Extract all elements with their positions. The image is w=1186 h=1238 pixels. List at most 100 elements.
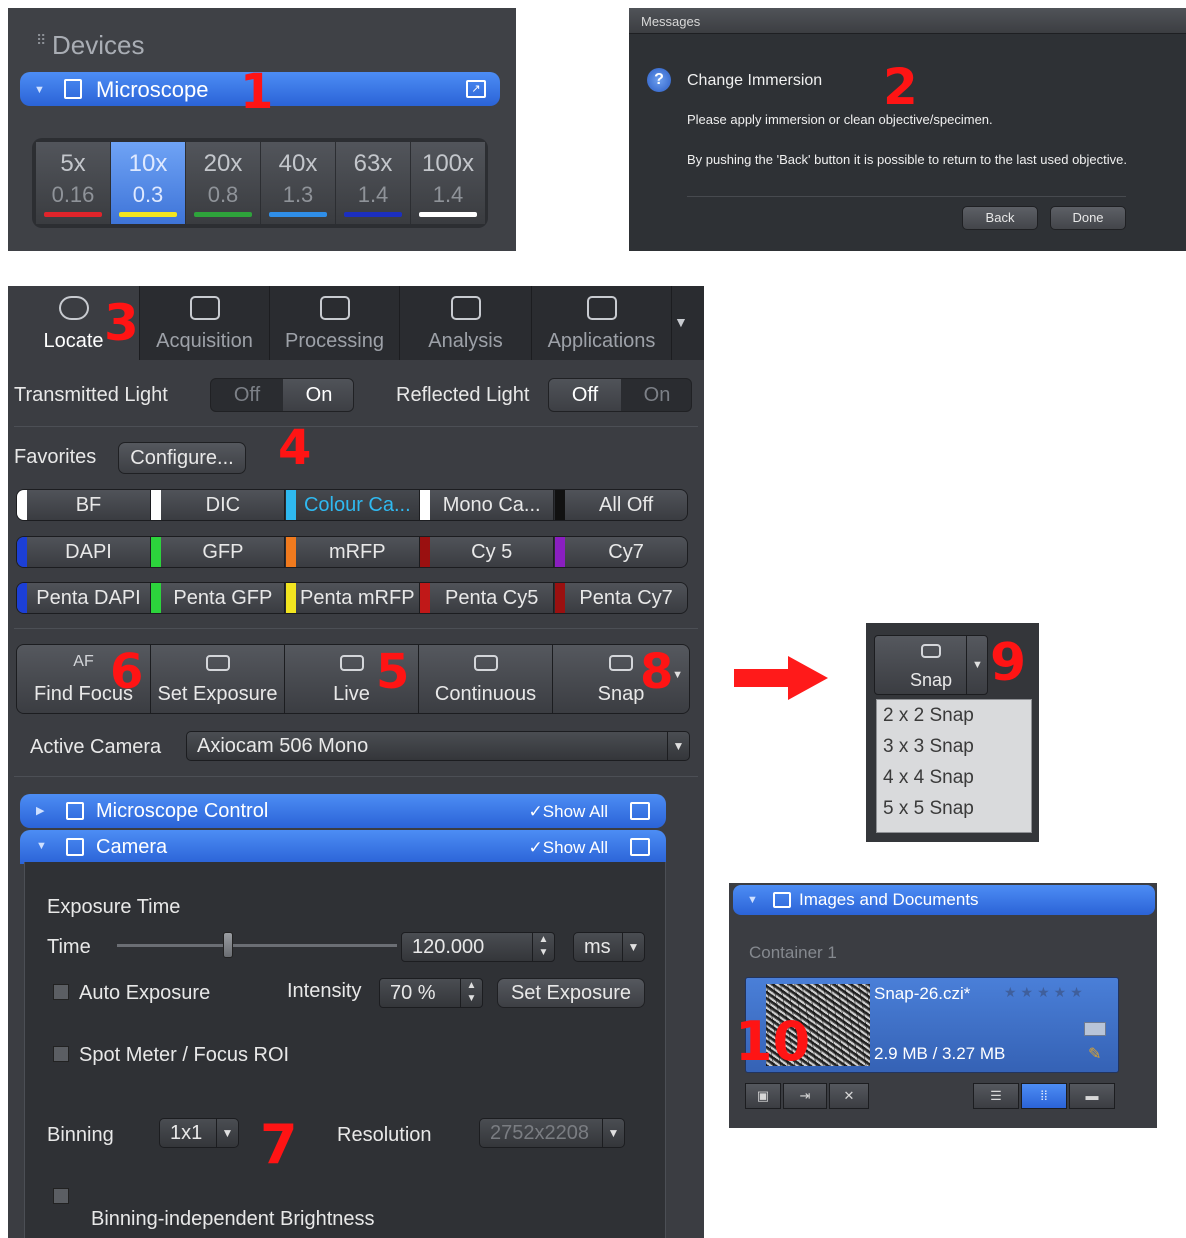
collapse-triangle-icon[interactable]: ▼ [34,84,45,96]
objective-selector: 5x 0.16 10x 0.3 20x 0.8 40x 1.3 63x 1.4 100x 1.4 [32,138,488,228]
set-exposure-button[interactable]: Set Exposure [151,645,285,713]
divider [687,196,1126,197]
back-button[interactable]: Back [962,206,1038,230]
dialog-titlebar[interactable]: Messages [629,8,1186,34]
objective-color-stripe [269,212,327,217]
continuous-button[interactable]: Continuous [419,645,553,713]
undock-icon[interactable] [630,802,650,820]
objective-63x-button[interactable]: 63x 1.4 [336,142,410,224]
snap-dropdown-chevron-icon[interactable]: ▼ [966,635,988,695]
container-label: Container 1 [749,943,837,962]
save-icon[interactable]: ▣ [745,1083,781,1109]
spinner-arrows-icon[interactable]: ▲ ▼ [532,933,554,961]
favorite-button[interactable]: Cy 5 [420,537,555,567]
details-view-icon[interactable]: ⁞⁞ [1021,1083,1067,1109]
configure-button[interactable]: Configure... [118,442,246,474]
objective-20x-button[interactable]: 20x 0.8 [186,142,260,224]
transmitted-light-toggle[interactable]: Off On [210,378,354,412]
tab-applications[interactable]: Applications [532,286,672,360]
auto-exposure-checkbox[interactable] [53,984,69,1000]
collapse-triangle-icon[interactable]: ▼ [747,894,758,906]
binning-brightness-checkbox[interactable] [53,1188,69,1204]
reflected-on[interactable]: On [621,379,691,411]
objective-aperture: 0.8 [207,182,239,207]
show-all-toggle[interactable]: ✓Show All [529,802,608,822]
annotation-2: 2 [883,58,918,116]
favorite-button[interactable]: BF [17,490,151,520]
binning-value: 1x1 [170,1122,203,1144]
favorite-button[interactable]: Mono Ca... [420,490,555,520]
favorite-button[interactable]: Cy7 [554,537,687,567]
list-view-icon[interactable]: ☰ [973,1083,1019,1109]
undock-icon[interactable] [630,838,650,856]
favorite-button[interactable]: Penta Cy7 [554,583,687,613]
favorite-label: DIC [205,494,241,516]
reflected-off[interactable]: Off [549,379,621,411]
tab-processing[interactable]: Processing [270,286,400,360]
favorite-button[interactable]: All Off [554,490,687,520]
export-icon[interactable]: ⇥ [783,1083,827,1109]
objective-aperture: 0.16 [51,182,95,207]
favorite-button[interactable]: mRFP [285,537,420,567]
annotation-3: 3 [104,294,139,352]
drag-grip-icon[interactable]: ⠿ [36,32,46,49]
transmitted-on[interactable]: On [283,379,353,411]
expand-triangle-icon[interactable]: ▶ [36,804,44,817]
favorite-button[interactable]: Penta DAPI [17,583,151,613]
menu-item-2x2-snap[interactable]: 2 x 2 Snap [877,700,1031,731]
exposure-slider-thumb[interactable] [223,932,233,958]
documents-icon [773,892,791,908]
compact-view-icon[interactable]: ▬ [1069,1083,1115,1109]
done-button[interactable]: Done [1050,206,1126,230]
microscope-control-header[interactable]: ▶ Microscope Control ✓Show All [20,794,666,828]
favorite-color-swatch [17,490,27,520]
active-camera-select[interactable]: Axiocam 506 Mono ▼ [186,731,690,761]
collapse-triangle-icon[interactable]: ▼ [36,840,47,852]
reflected-light-toggle[interactable]: Off On [548,378,692,412]
favorite-label: GFP [202,541,244,563]
spot-meter-checkbox[interactable] [53,1046,69,1062]
menu-item-3x3-snap[interactable]: 3 x 3 Snap [877,731,1031,762]
set-exposure-button[interactable]: Set Exposure [497,978,645,1008]
menu-item-5x5-snap[interactable]: 5 x 5 Snap [877,793,1031,824]
favorites-row: DAPI GFP mRFP Cy 5 Cy7 [16,536,688,568]
live-icon [339,655,364,671]
rating-stars[interactable]: ★★★★★ [1004,984,1087,1001]
microscope-icon [66,802,84,820]
objective-color-stripe [44,212,102,217]
objective-40x-button[interactable]: 40x 1.3 [261,142,335,224]
favorite-button[interactable]: GFP [151,537,286,567]
show-all-toggle[interactable]: ✓Show All [529,838,608,858]
objective-magnification: 5x [60,150,86,177]
exposure-slider-track[interactable] [117,944,397,947]
more-tabs-chevron-icon[interactable]: ▼ [674,314,688,330]
favorites-label: Favorites [14,446,97,468]
transmitted-off[interactable]: Off [211,379,283,411]
favorite-button[interactable]: Penta GFP [151,583,286,613]
intensity-input[interactable]: 70 % ▲ ▼ [379,978,483,1008]
favorite-label: Penta Cy5 [444,587,539,609]
binning-select[interactable]: 1x1 ▼ [159,1118,239,1148]
close-icon[interactable]: ✕ [829,1083,869,1109]
spinner-arrows-icon[interactable]: ▲ ▼ [460,979,482,1007]
camera-icon [66,838,84,856]
snap-dropdown-chevron-icon[interactable]: ▼ [672,669,683,681]
time-unit-select[interactable]: ms ▼ [573,932,645,962]
favorite-button[interactable]: DAPI [17,537,151,567]
images-documents-header[interactable]: ▼ Images and Documents [733,885,1155,915]
favorite-button[interactable]: DIC [151,490,286,520]
objective-10x-button[interactable]: 10x 0.3 [111,142,185,224]
favorite-button[interactable]: Colour Ca... [285,490,420,520]
camera-icon [921,644,941,658]
annotation-8: 8 [640,644,674,700]
objective-5x-button[interactable]: 5x 0.16 [36,142,110,224]
undock-icon[interactable]: ↗ [466,80,486,98]
favorite-button[interactable]: Penta Cy5 [420,583,555,613]
tab-analysis[interactable]: Analysis [400,286,532,360]
objective-100x-button[interactable]: 100x 1.4 [411,142,485,224]
tab-acquisition[interactable]: Acquisition [140,286,270,360]
favorite-button[interactable]: Penta mRFP [285,583,420,613]
camera-header[interactable]: ▼ Camera ✓Show All [20,830,666,864]
exposure-time-input[interactable]: 120.000 ▲ ▼ [401,932,555,962]
menu-item-4x4-snap[interactable]: 4 x 4 Snap [877,762,1031,793]
